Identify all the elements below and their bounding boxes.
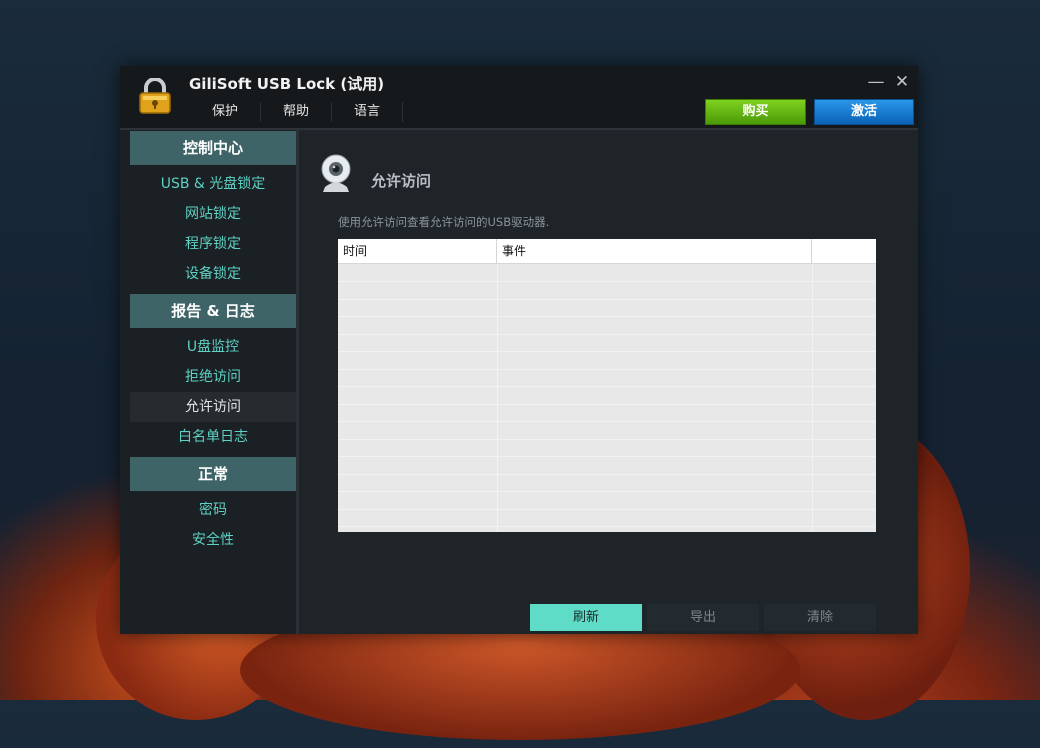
- menu-help[interactable]: 帮助: [261, 102, 333, 122]
- activate-button[interactable]: 激活: [814, 99, 914, 125]
- table-row: [338, 317, 876, 335]
- refresh-button[interactable]: 刷新: [530, 604, 642, 631]
- sidebar-item-device-lock[interactable]: 设备锁定: [130, 259, 296, 289]
- sidebar-item-password[interactable]: 密码: [130, 495, 296, 525]
- table-row: [338, 282, 876, 300]
- table-row: [338, 492, 876, 510]
- padlock-icon: [139, 78, 171, 114]
- menu-language[interactable]: 语言: [332, 102, 404, 122]
- sidebar-item-security[interactable]: 安全性: [130, 525, 296, 555]
- sidebar-item-denied-access[interactable]: 拒绝访问: [130, 362, 296, 392]
- table-row: [338, 264, 876, 282]
- table-row: [338, 404, 876, 422]
- table-row: [338, 352, 876, 370]
- clear-button[interactable]: 清除: [764, 604, 876, 631]
- table-row: [338, 422, 876, 440]
- app-window: GiliSoft USB Lock (试用) 保护 帮助 语言 — ✕ 购买 激…: [120, 66, 918, 634]
- sidebar-item-whitelist-log[interactable]: 白名单日志: [130, 422, 296, 452]
- column-divider: [812, 264, 813, 532]
- sidebar-header-control-center: 控制中心: [130, 131, 296, 165]
- close-icon[interactable]: ✕: [892, 72, 912, 92]
- column-header-extra[interactable]: [812, 239, 876, 263]
- webcam-icon: [321, 154, 351, 192]
- minimize-icon[interactable]: —: [866, 72, 886, 92]
- column-divider: [497, 264, 498, 532]
- sidebar-item-program-lock[interactable]: 程序锁定: [130, 229, 296, 259]
- column-header-time[interactable]: 时间: [338, 239, 497, 263]
- export-button[interactable]: 导出: [647, 604, 759, 631]
- table-row: [338, 299, 876, 317]
- page-description: 使用允许访问查看允许访问的USB驱动器.: [338, 215, 550, 229]
- sidebar-header-reports-logs: 报告 & 日志: [130, 294, 296, 328]
- app-title: GiliSoft USB Lock (试用): [189, 75, 385, 93]
- menu-bar: 保护 帮助 语言: [188, 102, 404, 122]
- page-title: 允许访问: [371, 172, 432, 190]
- menu-protect[interactable]: 保护: [188, 102, 262, 122]
- sidebar-item-allowed-access[interactable]: 允许访问: [130, 392, 296, 422]
- table-row: [338, 369, 876, 387]
- column-header-event[interactable]: 事件: [497, 239, 812, 263]
- buy-button[interactable]: 购买: [705, 99, 806, 125]
- sidebar-item-usb-monitor[interactable]: U盘监控: [130, 332, 296, 362]
- access-log-table[interactable]: 时间 事件: [338, 239, 876, 532]
- table-row: [338, 457, 876, 475]
- table-row: [338, 387, 876, 405]
- table-row: [338, 509, 876, 527]
- title-bar: GiliSoft USB Lock (试用) 保护 帮助 语言 — ✕ 购买 激…: [120, 66, 918, 128]
- table-row: [338, 474, 876, 492]
- table-row: [338, 334, 876, 352]
- sidebar: 控制中心 USB & 光盘锁定 网站锁定 程序锁定 设备锁定 报告 & 日志 U…: [120, 130, 296, 634]
- table-row: [338, 439, 876, 457]
- sidebar-item-website-lock[interactable]: 网站锁定: [130, 199, 296, 229]
- table-header: 时间 事件: [338, 239, 876, 264]
- sidebar-item-usb-lock[interactable]: USB & 光盘锁定: [130, 169, 296, 199]
- main-content: 允许访问 使用允许访问查看允许访问的USB驱动器. 时间 事件 刷新 导出 清除: [299, 130, 918, 634]
- sidebar-header-general: 正常: [130, 457, 296, 491]
